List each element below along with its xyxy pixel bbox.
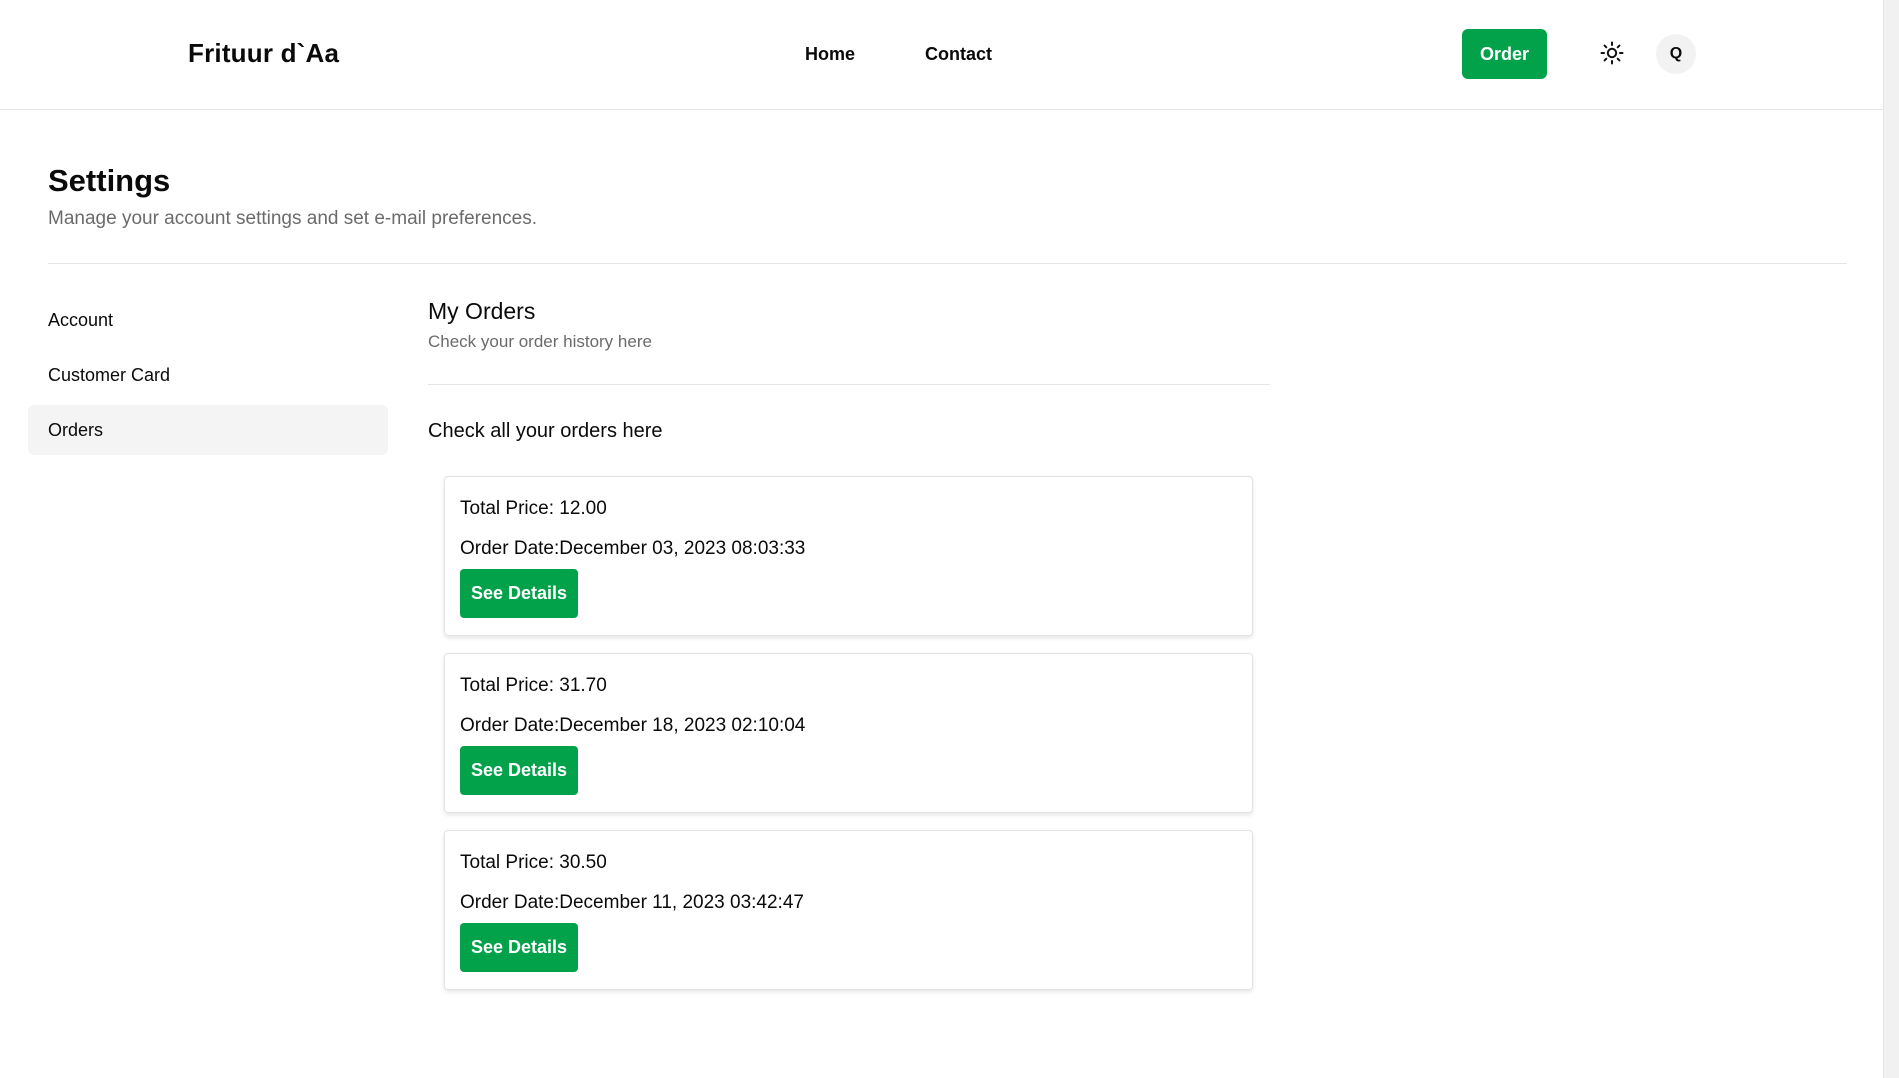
nav-home-link[interactable]: Home bbox=[805, 44, 855, 65]
see-details-button[interactable]: See Details bbox=[460, 923, 578, 972]
order-card: Total Price: 30.50 Order Date:December 1… bbox=[444, 830, 1253, 990]
order-total-price: Total Price: 31.70 bbox=[460, 675, 607, 696]
order-card: Total Price: 31.70 Order Date:December 1… bbox=[444, 653, 1253, 813]
page-subtitle: Manage your account settings and set e-m… bbox=[48, 208, 537, 229]
order-total-price: Total Price: 12.00 bbox=[460, 498, 607, 519]
sun-icon bbox=[1600, 41, 1624, 65]
section-divider bbox=[428, 384, 1270, 385]
sidebar-item-account[interactable]: Account bbox=[28, 295, 388, 345]
search-button[interactable]: Q bbox=[1656, 34, 1696, 74]
main-nav: Home Contact bbox=[805, 44, 992, 65]
order-total-price: Total Price: 30.50 bbox=[460, 852, 607, 873]
page-scrollbar[interactable] bbox=[1883, 0, 1899, 1078]
see-details-button[interactable]: See Details bbox=[460, 746, 578, 795]
order-date: Order Date:December 18, 2023 02:10:04 bbox=[460, 715, 806, 736]
search-icon: Q bbox=[1669, 45, 1683, 62]
theme-toggle-button[interactable] bbox=[1597, 38, 1627, 68]
order-date: Order Date:December 03, 2023 08:03:33 bbox=[460, 538, 806, 559]
top-header: Frituur d`Aa Home Contact Order Q bbox=[0, 0, 1883, 110]
orders-list: Total Price: 12.00 Order Date:December 0… bbox=[444, 476, 1253, 1007]
page-title: Settings bbox=[48, 163, 171, 198]
order-card: Total Price: 12.00 Order Date:December 0… bbox=[444, 476, 1253, 636]
settings-sidebar: Account Customer Card Orders bbox=[28, 295, 388, 460]
section-subtitle: Check your order history here bbox=[428, 332, 652, 351]
see-details-button[interactable]: See Details bbox=[460, 569, 578, 618]
sidebar-item-orders[interactable]: Orders bbox=[28, 405, 388, 455]
nav-contact-link[interactable]: Contact bbox=[925, 44, 992, 65]
order-date: Order Date:December 11, 2023 03:42:47 bbox=[460, 892, 804, 913]
order-button[interactable]: Order bbox=[1462, 29, 1547, 79]
section-title: My Orders bbox=[428, 298, 536, 324]
brand-logo[interactable]: Frituur d`Aa bbox=[188, 38, 339, 69]
settings-page: Frituur d`Aa Home Contact Order Q Settin… bbox=[0, 0, 1899, 1078]
header-divider bbox=[48, 263, 1847, 264]
orders-intro: Check all your orders here bbox=[428, 420, 663, 442]
sidebar-item-customer-card[interactable]: Customer Card bbox=[28, 350, 388, 400]
